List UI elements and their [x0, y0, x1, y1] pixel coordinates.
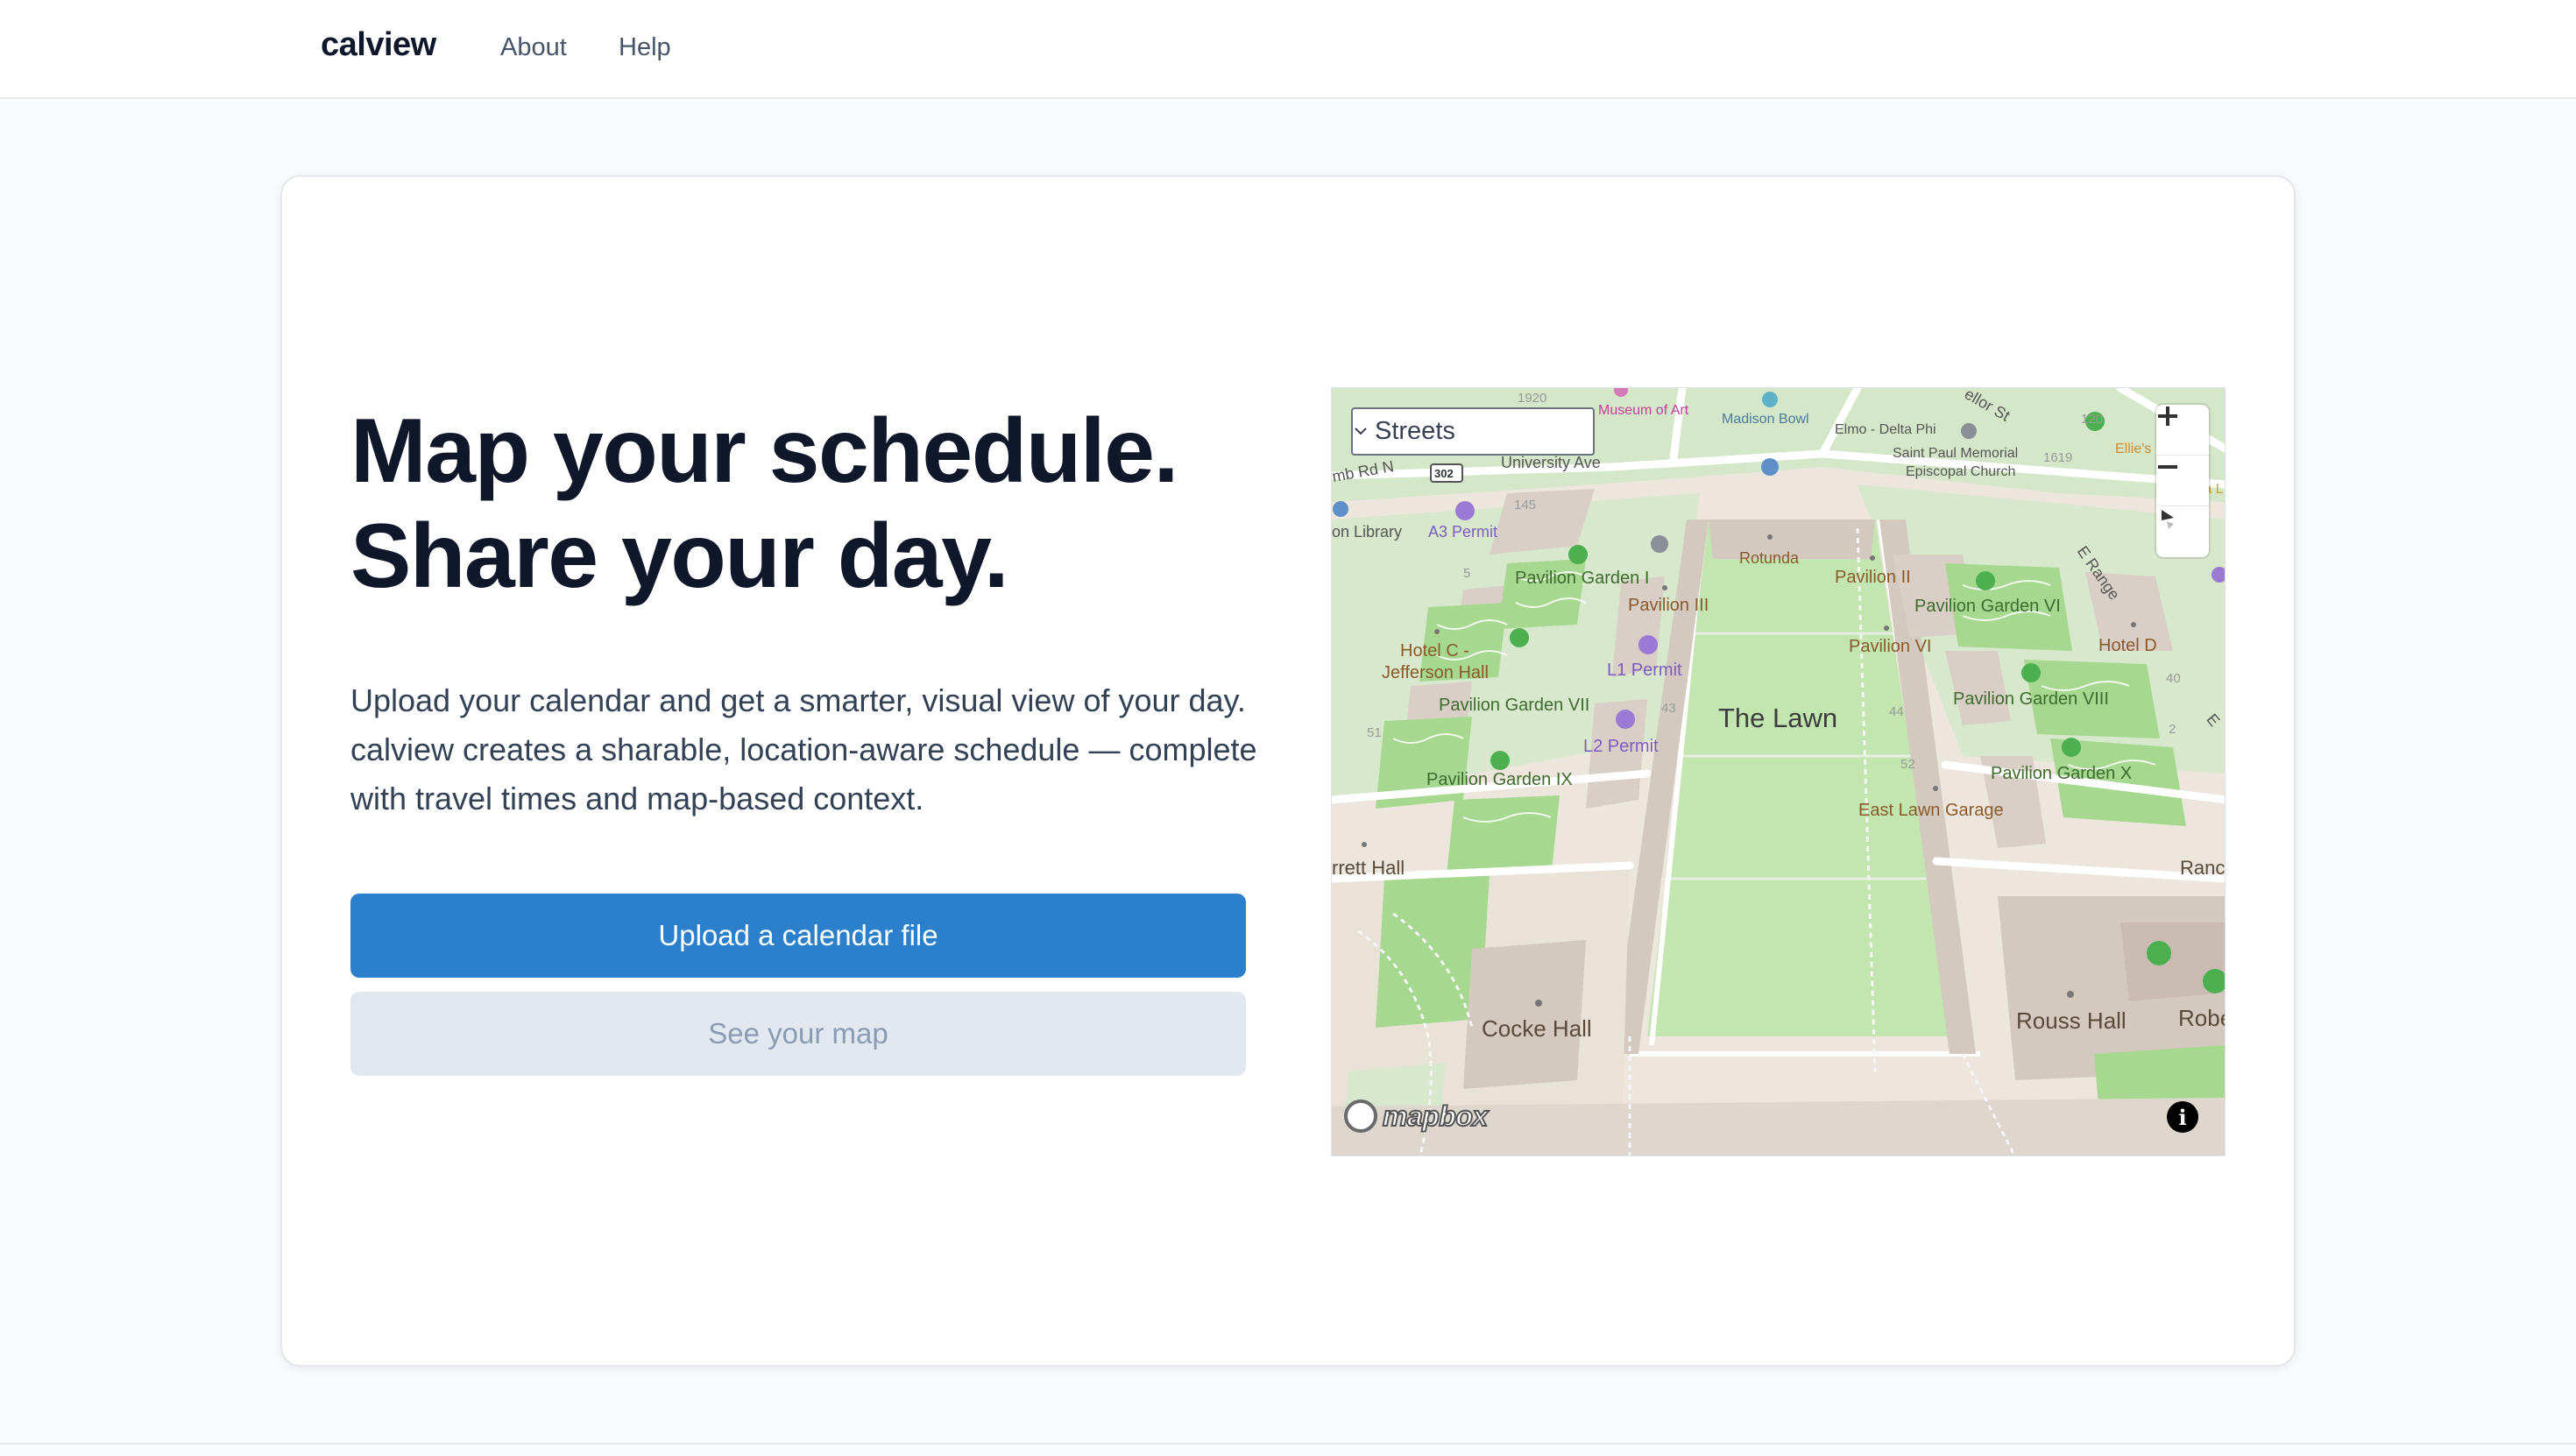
minus-icon [2158, 465, 2177, 469]
map-label-pavilion-ii: Pavilion II [1835, 568, 1911, 587]
map-label-pavilion-garden-x: Pavilion Garden X [1991, 764, 2133, 783]
headline-line-2: Share your day. [350, 505, 1009, 607]
map-label-rouss-hall: Rouss Hall [2016, 1007, 2127, 1034]
hero-description: Upload your calendar and get a smarter, … [350, 682, 1257, 816]
map-label-east-lawn-garage: East Lawn Garage [1858, 801, 2004, 820]
map-zoom-controls [2156, 405, 2209, 557]
map-label-pavilion-garden-vii: Pavilion Garden VII [1439, 696, 1590, 715]
zoom-in-button[interactable] [2156, 405, 2209, 456]
map-label-elmo-delta-phi: Elmo - Delta Phi [1835, 422, 1936, 437]
top-navbar: calview About Help [0, 0, 2576, 99]
headline-line-1: Map your schedule. [350, 400, 1178, 502]
map-label-n51: 51 [1367, 725, 1382, 740]
map-label-hotel-d: Hotel D [2098, 636, 2157, 655]
map-label-madison-bowl: Madison Bowl [1722, 412, 1809, 427]
nav-link-about[interactable]: About [500, 33, 567, 62]
map-label-pavilion-iii: Pavilion III [1628, 596, 1709, 615]
map-label-saint-paul-1: Saint Paul Memorial [1893, 446, 2019, 461]
map-label-n40: 40 [2166, 671, 2181, 686]
mapbox-logo-text: mapbox [1382, 1099, 1489, 1133]
map-label-pavilion-garden-ix: Pavilion Garden IX [1426, 770, 1573, 789]
map-label-l2-permit: L2 Permit [1583, 737, 1659, 756]
map-label-ranc: Ranc [2180, 857, 2226, 879]
upload-calendar-button[interactable]: Upload a calendar file [350, 894, 1246, 978]
chevron-down-icon [1355, 428, 1367, 435]
reset-north-button[interactable] [2156, 506, 2209, 557]
nav-link-help[interactable]: Help [619, 33, 671, 62]
brand-logo[interactable]: calview [321, 26, 436, 64]
map-label-n5: 5 [1463, 566, 1471, 581]
map-label-route-302: 302 [1434, 467, 1454, 480]
plus-icon [2158, 406, 2177, 426]
map-style-selected: Streets [1375, 417, 1455, 445]
map-label-ellies: Ellie's [2115, 442, 2152, 456]
map-label-a3-permit: A3 Permit [1428, 523, 1498, 541]
info-icon[interactable]: i [2167, 1101, 2198, 1133]
zoom-out-button[interactable] [2156, 456, 2209, 506]
map-style-select[interactable]: Streets [1351, 407, 1595, 456]
map-label-n2: 2 [2169, 722, 2176, 737]
map-label-jefferson-hall: Jefferson Hall [1382, 663, 1489, 682]
map-label-university-ave: University Ave [1501, 454, 1601, 471]
map-label-the-lawn: The Lawn [1718, 703, 1838, 733]
map-label-n43: 43 [1661, 701, 1676, 716]
map-label-rrett-hall: rrett Hall [1332, 857, 1405, 879]
map-label-n1920: 1920 [1518, 391, 1547, 406]
map-label-n52: 52 [1900, 757, 1915, 772]
compass-icon [2162, 510, 2174, 529]
map-label-saint-paul-2: Episcopal Church [1906, 464, 2016, 479]
map-label-rotunda: Rotunda [1739, 549, 1800, 567]
map-view[interactable]: The Lawn University Ave Rotunda Pavilion… [1331, 387, 2226, 1156]
map-label-pavilion-garden-vi: Pavilion Garden VI [1914, 597, 2061, 616]
map-label-on-library: on Library [1332, 523, 1403, 541]
mapbox-logo[interactable]: mapbox [1344, 1099, 1489, 1133]
map-label-n120: 120 [2081, 412, 2104, 427]
map-label-n1619: 1619 [2043, 450, 2073, 465]
hero-headline: Map your schedule. Share your day. [350, 399, 1314, 609]
map-label-n44: 44 [1889, 704, 1904, 719]
map-label-n145: 145 [1514, 498, 1537, 512]
page-divider [0, 1443, 2576, 1445]
map-label-pavilion-garden-viii: Pavilion Garden VIII [1953, 689, 2109, 709]
see-your-map-button[interactable]: See your map [350, 992, 1246, 1076]
map-label-robe: Robe [2178, 1005, 2225, 1031]
map-label-l1-permit: L1 Permit [1607, 661, 1682, 680]
map-label-museum-of-art: Museum of Art [1598, 403, 1689, 418]
map-label-hotel-c: Hotel C - [1400, 641, 1469, 661]
mapbox-logo-icon [1344, 1099, 1377, 1133]
map-label-cocke-hall: Cocke Hall [1482, 1015, 1592, 1042]
map-label-pavilion-garden-i: Pavilion Garden I [1515, 569, 1650, 588]
map-label-pavilion-vi: Pavilion VI [1849, 637, 1932, 656]
